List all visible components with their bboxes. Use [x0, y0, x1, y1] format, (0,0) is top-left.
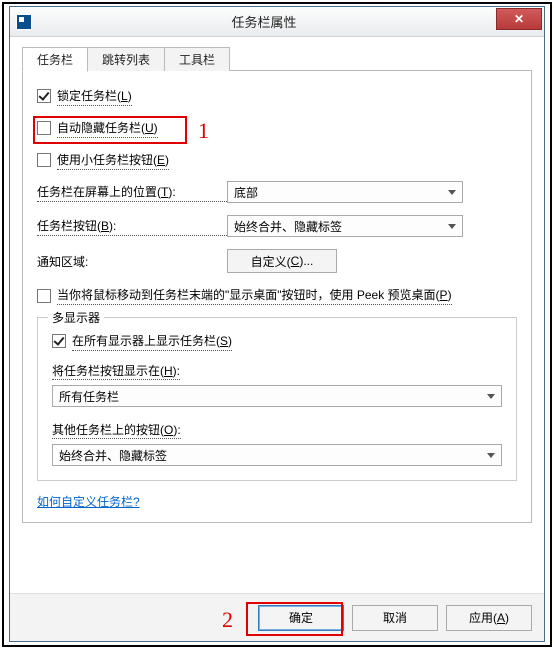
- show-all-row: 在所有显示器上显示任务栏(S): [52, 330, 502, 352]
- chevron-down-icon: [487, 394, 495, 399]
- peek-label: 当你将鼠标移动到任务栏末端的"显示桌面"按钮时，使用 Peek 预览桌面(P): [57, 287, 452, 306]
- autohide-label: 自动隐藏任务栏(U): [57, 119, 158, 138]
- tab-jumplists[interactable]: 跳转列表: [87, 47, 165, 71]
- customize-button[interactable]: 自定义(C)...: [227, 249, 337, 273]
- notify-label: 通知区域:: [37, 253, 227, 270]
- buttons-label: 任务栏按钮(B):: [37, 217, 227, 236]
- location-label: 任务栏在屏幕上的位置(T):: [37, 183, 227, 202]
- help-link[interactable]: 如何自定义任务栏?: [37, 493, 140, 510]
- other-buttons-label-row: 其他任务栏上的按钮(O):: [52, 421, 502, 438]
- show-buttons-on-label: 将任务栏按钮显示在(H):: [52, 364, 180, 380]
- show-all-label: 在所有显示器上显示任务栏(S): [72, 332, 232, 351]
- show-buttons-on-select[interactable]: 所有任务栏: [52, 385, 502, 407]
- chevron-down-icon: [448, 190, 456, 195]
- small-buttons-label: 使用小任务栏按钮(E): [57, 151, 169, 170]
- tab-body: 锁定任务栏(L) 自动隐藏任务栏(U) 使用小任务栏按钮(E) 任务栏在屏幕上的…: [22, 71, 532, 523]
- autohide-checkbox[interactable]: [37, 121, 51, 135]
- client-area: 任务栏 跳转列表 工具栏 锁定任务栏(L) 自动隐藏任务栏(U) 使用小任: [10, 37, 544, 593]
- location-select[interactable]: 底部: [227, 181, 463, 203]
- show-buttons-on-label-row: 将任务栏按钮显示在(H):: [52, 362, 502, 379]
- cancel-button[interactable]: 取消: [352, 605, 438, 631]
- button-bar: 确定 取消 应用(A): [10, 593, 544, 641]
- lock-taskbar-label: 锁定任务栏(L): [57, 87, 132, 106]
- tab-taskbar[interactable]: 任务栏: [22, 47, 88, 72]
- small-buttons-row: 使用小任务栏按钮(E): [37, 149, 517, 171]
- apply-button[interactable]: 应用(A): [446, 605, 532, 631]
- lock-taskbar-row: 锁定任务栏(L): [37, 85, 517, 107]
- show-all-checkbox[interactable]: [52, 334, 66, 348]
- taskbar-properties-window: 任务栏属性 ✕ 任务栏 跳转列表 工具栏 锁定任务栏(L) 自动隐藏任务栏(U): [9, 6, 545, 642]
- ok-button[interactable]: 确定: [258, 605, 344, 631]
- close-button[interactable]: ✕: [496, 8, 542, 30]
- close-icon: ✕: [514, 12, 524, 26]
- chevron-down-icon: [487, 453, 495, 458]
- peek-row: 当你将鼠标移动到任务栏末端的"显示桌面"按钮时，使用 Peek 预览桌面(P): [37, 285, 517, 307]
- lock-taskbar-checkbox[interactable]: [37, 89, 51, 103]
- other-buttons-label: 其他任务栏上的按钮(O):: [52, 423, 181, 439]
- buttons-select[interactable]: 始终合并、隐藏标签: [227, 215, 463, 237]
- multi-monitor-group: 多显示器 在所有显示器上显示任务栏(S) 将任务栏按钮显示在(H): 所有任务栏: [37, 317, 517, 481]
- notify-row: 通知区域: 自定义(C)...: [37, 249, 517, 273]
- titlebar: 任务栏属性 ✕: [10, 7, 544, 37]
- tab-toolbars[interactable]: 工具栏: [164, 47, 230, 71]
- peek-checkbox[interactable]: [37, 289, 51, 303]
- multi-monitor-legend: 多显示器: [48, 309, 104, 326]
- tab-strip: 任务栏 跳转列表 工具栏: [22, 47, 532, 71]
- small-buttons-checkbox[interactable]: [37, 153, 51, 167]
- buttons-row: 任务栏按钮(B): 始终合并、隐藏标签: [37, 215, 517, 237]
- app-icon: [16, 14, 32, 30]
- autohide-row: 自动隐藏任务栏(U): [37, 117, 517, 139]
- window-title: 任务栏属性: [32, 12, 496, 31]
- chevron-down-icon: [448, 224, 456, 229]
- location-row: 任务栏在屏幕上的位置(T): 底部: [37, 181, 517, 203]
- other-buttons-select[interactable]: 始终合并、隐藏标签: [52, 444, 502, 466]
